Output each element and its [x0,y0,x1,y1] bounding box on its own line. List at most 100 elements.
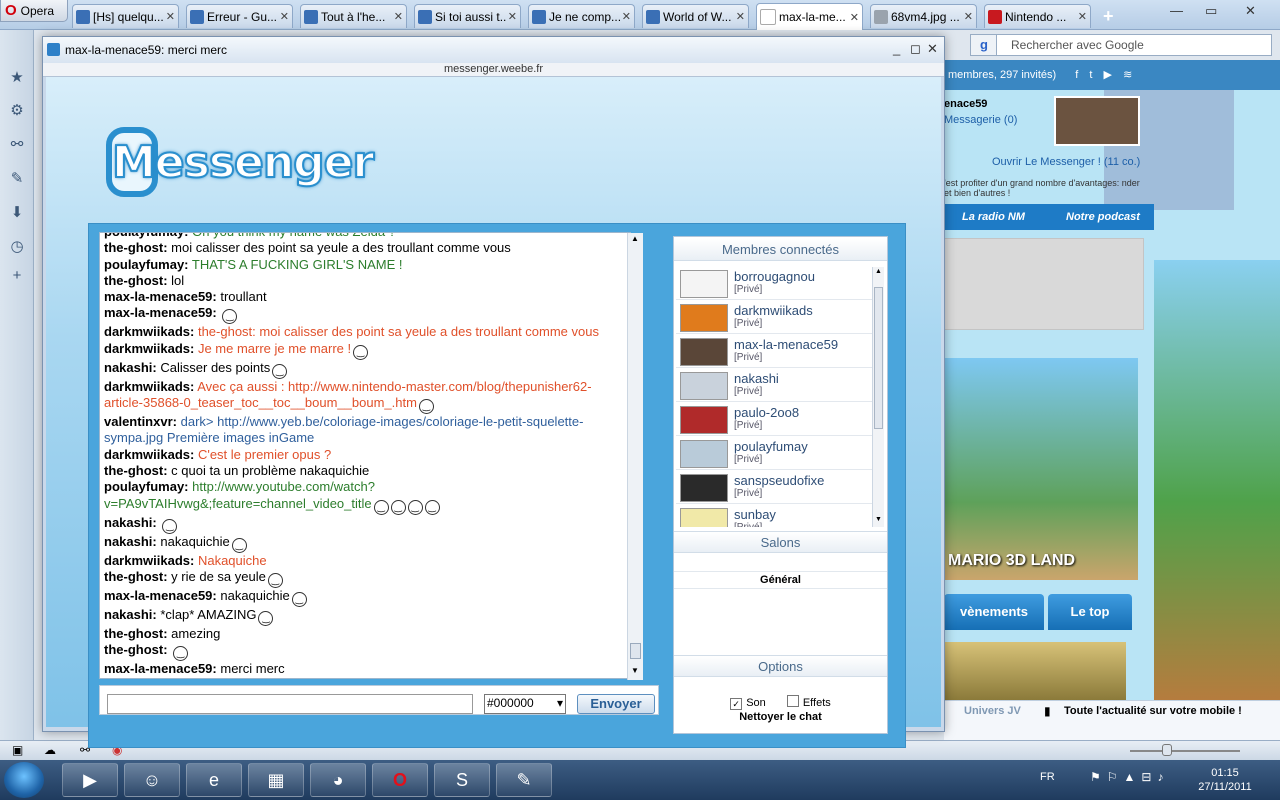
scroll-up-arrow-icon[interactable]: ▲ [631,234,639,243]
nav-podcast-link[interactable]: Notre podcast [1066,211,1140,223]
tab-close-icon[interactable]: ✕ [394,10,403,23]
chat-nick[interactable]: the-ghost: [104,642,168,657]
chat-nick[interactable]: the-ghost: [104,463,168,478]
member-item[interactable]: paulo-2oo8 [Privé] [676,403,872,436]
search-input[interactable]: Rechercher avec Google [996,34,1272,56]
facebook-icon[interactable]: f [1075,69,1078,81]
chat-nick[interactable]: the-ghost: [104,273,168,288]
chat-nick[interactable]: poulayfumay: [104,233,189,239]
chat-nick[interactable]: darkmwiikads: [104,447,194,462]
tab-close-icon[interactable]: ✕ [850,11,859,24]
media-player-icon[interactable]: ▶ [62,763,118,797]
member-private-link[interactable]: [Privé] [734,454,762,465]
effets-checkbox[interactable] [786,695,799,707]
panel-toggle-icon[interactable]: ▣ [12,743,23,757]
rss-icon[interactable]: ≋ [1123,69,1132,81]
member-item[interactable]: sunbay[Privé] [676,505,872,527]
member-item[interactable]: poulayfumay [Privé] [676,437,872,470]
tab-close-icon[interactable]: ✕ [622,10,631,23]
close-window-icon[interactable]: ✕ [1245,3,1256,19]
scroll-down-arrow-icon[interactable]: ▼ [631,666,639,675]
paint-icon[interactable]: ✎ [496,763,552,797]
chat-nick[interactable]: poulayfumay: [104,257,189,272]
popup-maximize-icon[interactable]: ◻ [910,41,921,57]
cloud-icon[interactable]: ☁ [44,743,56,757]
chat-nick[interactable]: nakashi: [104,360,157,375]
chat-nick[interactable]: nakashi: [104,515,157,530]
member-item[interactable]: nakashi [Privé] [676,369,872,402]
search-engine-google-icon[interactable]: g [970,34,998,56]
member-private-link[interactable]: [Privé] [734,386,762,397]
chat-nick[interactable]: the-ghost: [104,569,168,584]
skype-icon[interactable]: S [434,763,490,797]
tab-close-icon[interactable]: ✕ [508,10,517,23]
youtube-icon[interactable]: ▶ [1104,69,1112,81]
chat-scrollbar[interactable]: ▲ ▼ [627,233,643,680]
site-thumbnail[interactable] [944,642,1126,700]
member-private-link[interactable]: [Privé] [734,522,762,527]
tab-evenements[interactable]: vènements [944,594,1044,630]
chat-nick[interactable]: max-la-menace59: [104,588,217,603]
tab-le-top[interactable]: Le top [1048,594,1132,630]
salon-general[interactable]: Général [674,571,887,589]
new-tab-plus-icon[interactable]: + [1103,6,1114,27]
chat-nick[interactable]: poulayfumay: [104,479,189,494]
member-item[interactable]: darkmwiikads [Privé] [676,301,872,334]
windows-start-button[interactable] [4,762,44,798]
member-private-link[interactable]: [Privé] [734,420,762,431]
univers-jv-link[interactable]: Univers JV [964,705,1021,717]
add-panel-plus-icon[interactable]: + [9,268,25,284]
chat-nick[interactable]: darkmwiikads: [104,553,194,568]
chat-nick[interactable]: the-ghost: [104,626,168,641]
notes-icon[interactable]: ✎ [9,171,25,187]
text-color-select[interactable]: #000000 ▾ [484,694,566,714]
file-explorer-icon[interactable]: ▦ [248,763,304,797]
member-item[interactable]: borrougagnou [Privé] [676,267,872,300]
messenger-live-icon[interactable]: ☺ [124,763,180,797]
chat-nick[interactable]: nakashi: [104,607,157,622]
member-name[interactable]: darkmwiikads [734,303,813,318]
popup-close-icon[interactable]: ✕ [927,41,938,57]
chat-nick[interactable]: max-la-menace59: [104,661,217,676]
member-name[interactable]: max-la-menace59 [734,337,838,352]
members-scroll-down-icon[interactable]: ▼ [875,516,882,523]
chat-nick[interactable]: darkmwiikads: [104,324,194,339]
clean-chat-link[interactable]: Nettoyer le chat [674,711,887,723]
chat-nick[interactable]: nakashi: [104,534,157,549]
member-private-link[interactable]: [Privé] [734,318,762,329]
history-clock-icon[interactable]: ◷ [9,239,25,255]
zoom-slider-handle[interactable] [1162,744,1172,756]
tab-close-icon[interactable]: ✕ [1078,10,1087,23]
member-private-link[interactable]: [Privé] [734,488,762,499]
browser-tab[interactable]: Tout à l'he... ✕ [300,4,407,28]
member-private-link[interactable]: [Privé] [734,284,762,295]
browser-tab[interactable]: World of W... ✕ [642,4,749,28]
opera-menu-button[interactable]: O Opera [0,0,68,22]
member-private-link[interactable]: [Privé] [734,352,762,363]
bookmarks-star-icon[interactable]: ★ [9,70,25,86]
member-name[interactable]: sunbay [734,507,776,522]
zoom-slider[interactable] [1130,750,1240,752]
settings-gear-icon[interactable]: ⚙ [9,103,25,119]
mario-3d-land-banner[interactable] [944,358,1138,580]
unite-icon[interactable]: ⚯ [9,137,25,153]
popup-title-bar[interactable]: max-la-menace59: merci merc [43,37,944,63]
chat-nick[interactable]: max-la-menace59: [104,305,217,320]
members-scroll-up-icon[interactable]: ▲ [875,268,882,275]
firefox-icon[interactable]: ◕ [310,763,366,797]
browser-tab[interactable]: 68vm4.jpg ... ✕ [870,4,977,28]
message-input[interactable] [107,694,473,714]
son-checkbox[interactable]: ✓ [730,698,743,710]
member-name[interactable]: poulayfumay [734,439,808,454]
member-item[interactable]: sanspseudofixe [Privé] [676,471,872,504]
browser-tab[interactable]: Nintendo ... ✕ [984,4,1091,28]
downloads-icon[interactable]: ⬇ [9,205,25,221]
members-scrollbar[interactable]: ▲ ▼ [872,267,884,527]
chat-nick[interactable]: the-ghost: [104,240,168,255]
member-name[interactable]: sanspseudofixe [734,473,824,488]
chat-nick[interactable]: darkmwiikads: [104,379,194,394]
popup-minimize-icon[interactable]: _ [893,41,900,56]
open-messenger-link[interactable]: Ouvrir Le Messenger ! (11 co.) [992,156,1140,168]
tab-close-icon[interactable]: ✕ [280,10,289,23]
member-name[interactable]: nakashi [734,371,779,386]
